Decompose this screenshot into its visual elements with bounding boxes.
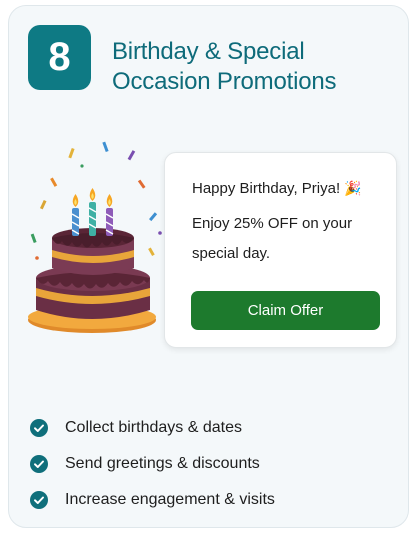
step-number-badge: 8 (28, 25, 91, 90)
check-circle-icon (30, 419, 48, 437)
birthday-cake-icon (28, 141, 162, 333)
benefit-item: Increase engagement & visits (30, 482, 390, 518)
card-title-line1: Birthday & Special (112, 38, 305, 65)
benefit-text: Collect birthdays & dates (65, 419, 242, 436)
offer-line-2: special day. (192, 245, 271, 262)
benefit-text: Send greetings & discounts (65, 455, 260, 472)
benefit-item: Collect birthdays & dates (30, 410, 390, 446)
greeting-line: Happy Birthday, Priya! 🎉 (192, 180, 362, 197)
claim-offer-button[interactable]: Claim Offer (191, 291, 380, 330)
check-circle-icon (30, 491, 48, 509)
party-popper-icon: 🎉 (344, 180, 362, 196)
greeting-text: Happy Birthday, Priya! (192, 180, 341, 197)
check-circle-icon (30, 455, 48, 473)
benefit-text: Increase engagement & visits (65, 491, 275, 508)
card-title-line2: Occasion Promotions (112, 68, 337, 95)
birthday-offer-popup: Happy Birthday, Priya! 🎉 Enjoy 25% OFF on… (164, 152, 397, 348)
benefits-list: Collect birthdays & dates Send greetings… (30, 410, 390, 518)
card-title: Birthday & Special Occasion Promotions (112, 37, 402, 97)
offer-line-1: Enjoy 25% OFF on your (192, 215, 353, 232)
benefit-item: Send greetings & discounts (30, 446, 390, 482)
